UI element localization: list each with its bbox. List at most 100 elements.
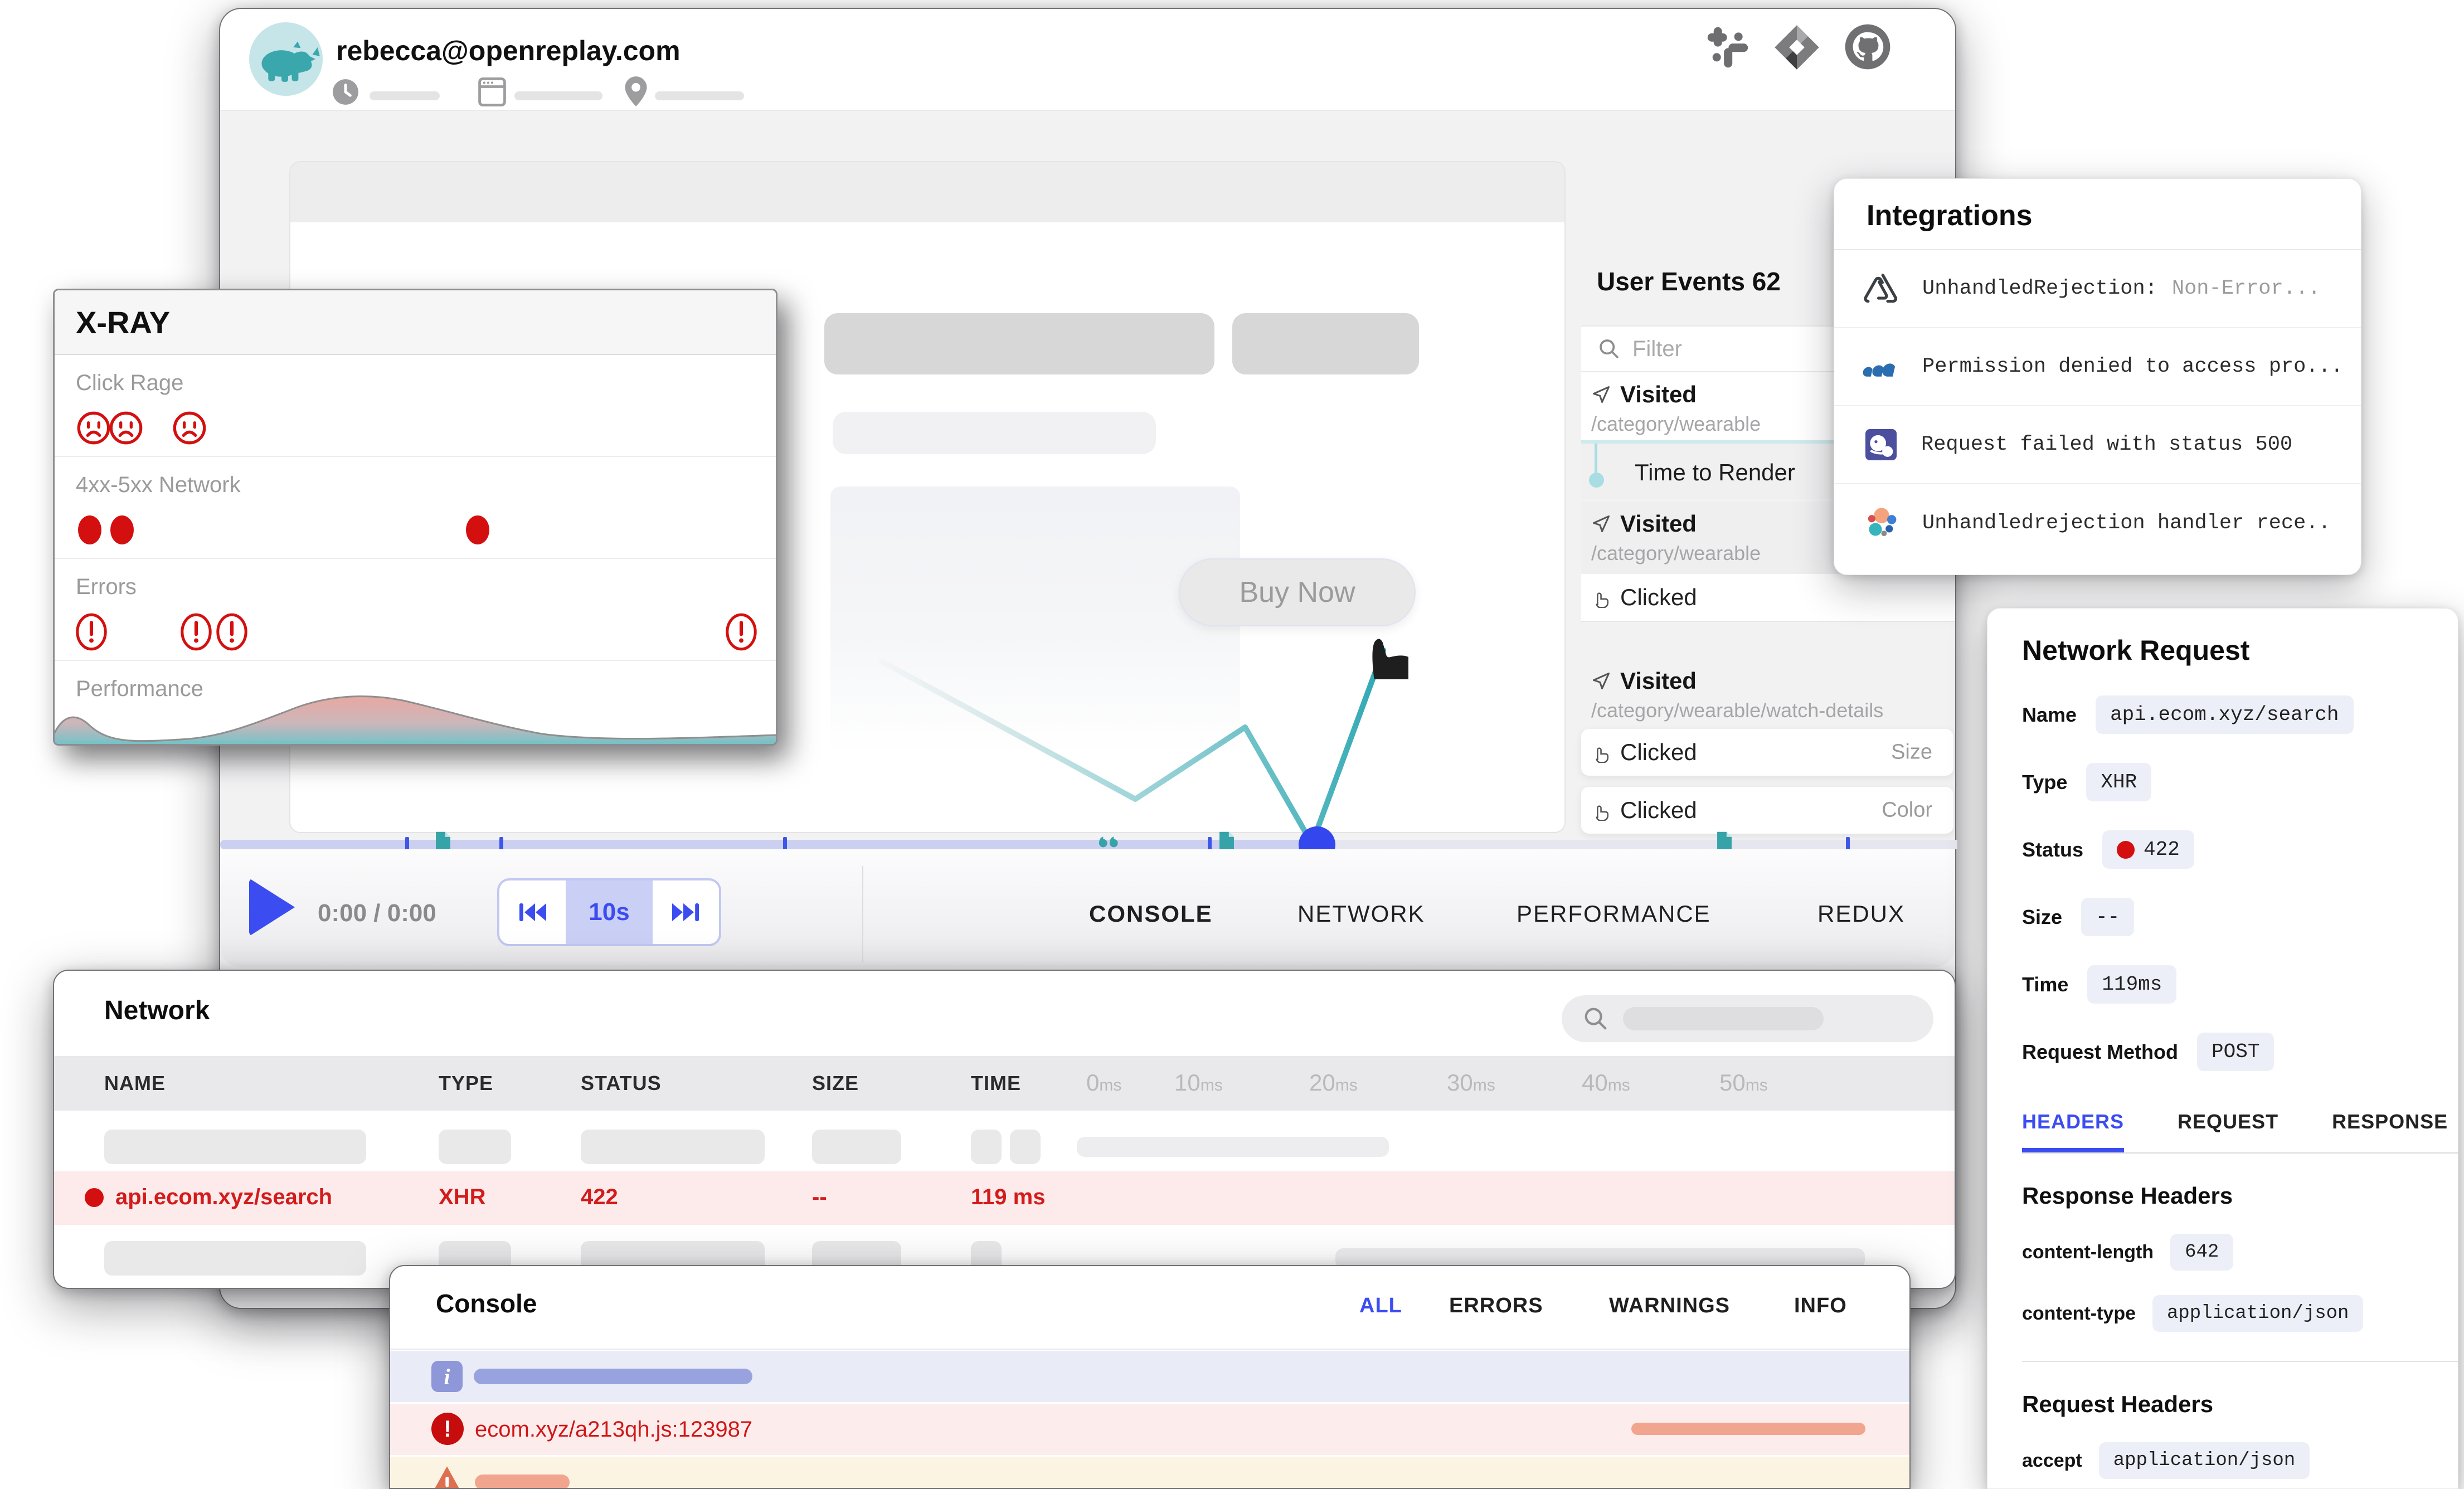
- console-error-row[interactable]: ! ecom.xyz/a213qh.js:123987: [390, 1404, 1909, 1455]
- timing-label: Time to Render: [1635, 459, 1795, 486]
- tab-warnings[interactable]: WARNINGS: [1609, 1294, 1730, 1318]
- header-value: 642: [2170, 1234, 2233, 1271]
- network-request-panel: Network Request Name api.ecom.xyz/search…: [1987, 608, 2458, 1489]
- section-divider: [2022, 1361, 2458, 1362]
- network-error-dot[interactable]: [110, 515, 134, 544]
- rollbar-icon: [1863, 348, 1900, 385]
- skip-interval-label[interactable]: 10s: [566, 880, 652, 944]
- rage-face-icon[interactable]: [76, 410, 111, 446]
- request-detail-tabs: HEADERS REQUEST RESPONSE: [2022, 1110, 2436, 1152]
- header-key: content-length: [2022, 1242, 2154, 1263]
- tab-info[interactable]: INFO: [1794, 1294, 1847, 1318]
- skip-controls: 10s: [497, 878, 721, 946]
- col-time: TIME: [971, 1072, 1021, 1095]
- tab-performance[interactable]: PERFORMANCE: [1517, 901, 1711, 927]
- integration-item-datadog[interactable]: Request failed with status 500: [1834, 406, 2361, 484]
- stage: rebecca@openreplay.com: [0, 0, 2464, 1489]
- field-label: Size: [2022, 906, 2062, 929]
- event-clicked-card[interactable]: Clicked Size: [1581, 729, 1953, 776]
- github-icon[interactable]: [1843, 22, 1892, 71]
- clock-icon: [332, 78, 359, 106]
- xray-click-rage-section: Click Rage: [55, 355, 776, 457]
- request-method-value: POST: [2197, 1033, 2274, 1071]
- tab-response[interactable]: RESPONSE: [2332, 1110, 2448, 1152]
- field-label: Status: [2022, 838, 2083, 862]
- request-name: api.ecom.xyz/search: [115, 1185, 332, 1210]
- controls-divider: [862, 866, 863, 962]
- console-title: Console: [436, 1288, 537, 1318]
- ms-column: 0ms: [1086, 1069, 1121, 1096]
- col-name: NAME: [104, 1072, 166, 1095]
- warning-icon: [429, 1464, 465, 1489]
- play-button[interactable]: [249, 878, 295, 936]
- col-type: TYPE: [439, 1072, 493, 1095]
- event-clicked-card[interactable]: Clicked Color: [1581, 787, 1953, 834]
- user-events-count: 62: [1752, 267, 1781, 296]
- rage-face-icon[interactable]: [108, 410, 144, 446]
- integration-message: Request failed with status 500: [1921, 433, 2292, 456]
- session-location-placeholder: [655, 91, 744, 100]
- skip-back-button[interactable]: [499, 880, 566, 944]
- request-name-value: api.ecom.xyz/search: [2096, 695, 2353, 734]
- network-request-title: Network Request: [2022, 634, 2436, 666]
- error-circle-icon[interactable]: [76, 613, 107, 651]
- tab-redux[interactable]: REDUX: [1817, 901, 1905, 927]
- console-divider: [390, 1349, 1909, 1350]
- skip-forward-button[interactable]: [653, 880, 719, 944]
- tab-all[interactable]: ALL: [1359, 1294, 1402, 1318]
- filter-placeholder: Filter: [1632, 337, 1682, 362]
- tab-headers[interactable]: HEADERS: [2022, 1110, 2124, 1152]
- visited-icon: [1591, 385, 1611, 405]
- tab-errors[interactable]: ERRORS: [1449, 1294, 1543, 1318]
- jira-icon[interactable]: [1772, 22, 1822, 72]
- network-devtools-window: Network NAME TYPE STATUS SIZE TIME 0ms 1…: [53, 970, 1956, 1289]
- performance-area-chart: [55, 686, 776, 744]
- request-status: 422: [581, 1185, 618, 1210]
- visited-icon: [1591, 514, 1611, 534]
- network-error-dot[interactable]: [466, 515, 489, 544]
- integration-item-elastic[interactable]: Unhandledrejection handler rece..: [1834, 484, 2361, 562]
- click-hand-icon: [1591, 742, 1610, 763]
- rage-face-icon[interactable]: [172, 410, 207, 446]
- field-label: Time: [2022, 973, 2068, 996]
- network-window-title: Network: [104, 995, 210, 1026]
- xray-network-section: 4xx-5xx Network: [55, 457, 776, 559]
- visited-icon: [1591, 671, 1611, 691]
- console-error-source: ecom.xyz/a213qh.js:123987: [475, 1417, 752, 1442]
- tabs-divider: [2022, 1152, 2458, 1154]
- event-clicked[interactable]: Clicked: [1581, 574, 1955, 622]
- errors-label: Errors: [76, 575, 755, 600]
- slack-icon[interactable]: [1705, 25, 1751, 70]
- rhino-icon: [249, 22, 323, 96]
- playback-time: 0:00 / 0:00: [318, 899, 436, 927]
- ms-column: 40ms: [1582, 1069, 1630, 1096]
- replay-timeline[interactable]: [220, 840, 1957, 849]
- integrations-title: Integrations: [1834, 179, 2361, 250]
- tab-network[interactable]: NETWORK: [1297, 901, 1425, 927]
- tab-console[interactable]: CONSOLE: [1089, 901, 1213, 927]
- request-time-value: 119ms: [2087, 965, 2176, 1004]
- integration-item-sentry[interactable]: UnhandledRejection:Non-Error...: [1834, 250, 2361, 328]
- timing-dot: [1589, 473, 1604, 488]
- elastic-icon: [1863, 505, 1900, 542]
- console-info-row[interactable]: i: [390, 1351, 1909, 1402]
- avatar: [249, 22, 323, 96]
- user-events-title: User Events 62: [1597, 266, 1781, 296]
- network-search-field[interactable]: [1562, 995, 1933, 1042]
- click-hand-icon: [1591, 587, 1610, 608]
- error-circle-icon[interactable]: [181, 613, 212, 651]
- timing-connector: [1595, 444, 1597, 475]
- console-warning-row[interactable]: [390, 1457, 1909, 1489]
- session-user-email: rebecca@openreplay.com: [336, 35, 681, 67]
- error-circle-icon[interactable]: [726, 613, 757, 651]
- xray-title: X-RAY: [55, 290, 776, 355]
- error-circle-icon[interactable]: [216, 613, 247, 651]
- ms-column: 30ms: [1447, 1069, 1495, 1096]
- network-row-error[interactable]: api.ecom.xyz/search XHR 422 -- 119 ms: [54, 1171, 1955, 1225]
- integration-message: Unhandledrejection handler rece..: [1922, 512, 2331, 535]
- tab-request[interactable]: REQUEST: [2178, 1110, 2278, 1152]
- search-icon: [1583, 1006, 1608, 1031]
- sentry-icon: [1863, 270, 1900, 307]
- network-error-dot[interactable]: [78, 515, 101, 544]
- integration-item-rollbar[interactable]: Permission denied to access pro...: [1834, 328, 2361, 406]
